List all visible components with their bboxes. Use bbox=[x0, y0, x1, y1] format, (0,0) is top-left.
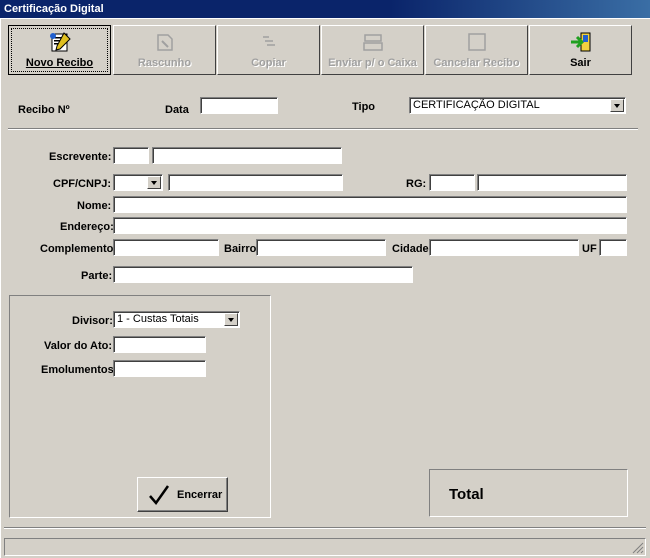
novo-recibo-label: Novo Recibo bbox=[25, 57, 94, 69]
cidade-field[interactable] bbox=[429, 239, 579, 256]
nome-field[interactable] bbox=[113, 196, 627, 213]
data-field[interactable] bbox=[200, 97, 278, 114]
cash-register-icon bbox=[362, 34, 383, 51]
tipo-value: CERTIFICAÇÃO DIGITAL bbox=[413, 99, 540, 111]
new-receipt-icon bbox=[49, 32, 71, 52]
total-box: Total bbox=[429, 469, 628, 517]
sair-button[interactable]: Sair bbox=[529, 25, 632, 75]
endereco-field[interactable] bbox=[113, 217, 627, 234]
bairro-label: Bairro bbox=[224, 243, 257, 255]
cancelar-recibo-button[interactable]: Cancelar Recibo bbox=[425, 25, 528, 75]
rascunho-label: Rascunho bbox=[137, 57, 192, 69]
complemento-label: Complemento: bbox=[40, 243, 117, 255]
uf-label: UF bbox=[582, 243, 597, 255]
escrevente-label: Escrevente: bbox=[49, 151, 112, 163]
divisor-label: Divisor: bbox=[72, 315, 113, 327]
cancelar-recibo-label: Cancelar Recibo bbox=[433, 57, 520, 69]
copy-icon bbox=[262, 36, 275, 46]
rg-label: RG: bbox=[406, 178, 427, 190]
exit-door-icon bbox=[570, 32, 590, 52]
data-label: Data bbox=[165, 104, 189, 116]
resize-grip-icon[interactable] bbox=[632, 542, 644, 554]
status-bar bbox=[4, 538, 646, 556]
parte-field[interactable] bbox=[113, 266, 413, 283]
bairro-field[interactable] bbox=[256, 239, 386, 256]
endereco-label: Endereço: bbox=[60, 221, 114, 233]
bottom-divider bbox=[4, 527, 646, 529]
total-label: Total bbox=[449, 486, 484, 503]
parte-label: Parte: bbox=[81, 270, 113, 282]
encerrar-button[interactable]: Encerrar bbox=[137, 477, 228, 512]
chevron-down-icon[interactable] bbox=[610, 99, 624, 112]
recibo-label: Recibo Nº bbox=[18, 104, 70, 116]
divisor-value: 1 - Custas Totais bbox=[117, 313, 199, 325]
enviar-caixa-button[interactable]: Enviar p/ o Caixa bbox=[321, 25, 424, 75]
toolbar: Novo Recibo Rascunho Copiar Enviar p/ o … bbox=[6, 25, 636, 77]
divider bbox=[8, 128, 638, 130]
rg-uf-field[interactable] bbox=[429, 174, 475, 191]
complemento-field[interactable] bbox=[113, 239, 219, 256]
emolumentos-field[interactable] bbox=[113, 360, 206, 377]
tipo-select[interactable]: CERTIFICAÇÃO DIGITAL bbox=[409, 97, 626, 114]
chevron-down-icon[interactable] bbox=[224, 313, 238, 326]
emolumentos-label: Emolumentos: bbox=[41, 364, 118, 376]
escrevente-code-field[interactable] bbox=[113, 147, 149, 164]
novo-recibo-button[interactable]: Novo Recibo bbox=[8, 25, 111, 75]
sair-label: Sair bbox=[570, 57, 591, 69]
rg-field[interactable] bbox=[477, 174, 627, 191]
cidade-label: Cidade bbox=[392, 243, 429, 255]
divisor-select[interactable]: 1 - Custas Totais bbox=[113, 311, 240, 328]
escrevente-name-field[interactable] bbox=[152, 147, 342, 164]
tipo-label: Tipo bbox=[352, 101, 376, 113]
draft-icon bbox=[156, 34, 173, 51]
cpf-cnpj-type-select[interactable] bbox=[113, 174, 163, 191]
uf-field[interactable] bbox=[599, 239, 627, 256]
cancel-receipt-icon bbox=[467, 33, 486, 51]
window-title-bar: Certificação Digital bbox=[0, 0, 650, 18]
chevron-down-icon[interactable] bbox=[147, 176, 161, 189]
encerrar-label: Encerrar bbox=[177, 489, 223, 501]
rascunho-button[interactable]: Rascunho bbox=[113, 25, 216, 75]
copiar-label: Copiar bbox=[251, 57, 286, 69]
valor-ato-field[interactable] bbox=[113, 336, 206, 353]
nome-label: Nome: bbox=[77, 200, 112, 212]
enviar-caixa-label: Enviar p/ o Caixa bbox=[328, 57, 417, 69]
valor-ato-label: Valor do Ato: bbox=[44, 340, 113, 352]
cpf-cnpj-label: CPF/CNPJ: bbox=[53, 178, 112, 190]
copiar-button[interactable]: Copiar bbox=[217, 25, 320, 75]
cpf-cnpj-field[interactable] bbox=[168, 174, 343, 191]
checkmark-icon bbox=[149, 485, 170, 506]
window-title: Certificação Digital bbox=[4, 3, 104, 15]
